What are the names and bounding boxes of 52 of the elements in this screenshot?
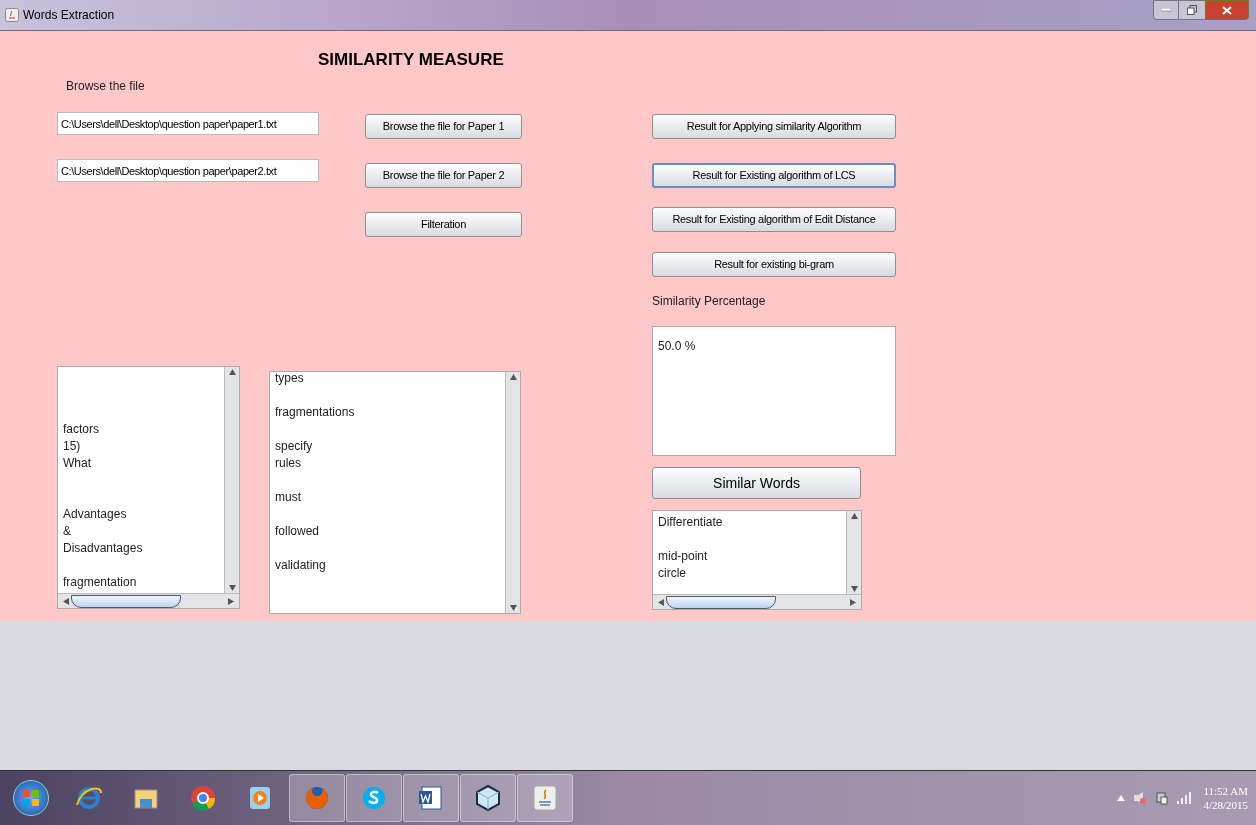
word-list[interactable]: Differentiate mid-point circle	[652, 510, 862, 610]
browse-label: Browse the file	[66, 78, 146, 95]
form-heading: SIMILARITY MEASURE	[318, 49, 505, 69]
word-list[interactable]: types fragmentations specify rules must followed validating	[269, 371, 521, 614]
chrome-icon	[188, 783, 218, 813]
scroll-right-icon[interactable]	[226, 597, 236, 605]
vertical-scrollbar[interactable]	[846, 511, 861, 594]
word-list-text: types fragmentations specify rules must followed validating	[274, 372, 356, 574]
result-text-area: 50.0 %	[652, 326, 896, 456]
window-title: Words Extraction	[23, 7, 115, 24]
scroll-left-icon[interactable]	[656, 598, 666, 606]
start-button[interactable]	[13, 780, 49, 816]
close-icon	[1222, 5, 1232, 15]
button[interactable]: Result for Applying similarity Algorithm	[652, 114, 896, 139]
button[interactable]: Similar Words	[652, 467, 861, 499]
minimize-icon	[1161, 8, 1171, 12]
scroll-left-icon[interactable]	[61, 597, 71, 605]
button[interactable]: Result for Existing algorithm of Edit Distance	[652, 207, 896, 232]
close-button[interactable]	[1205, 0, 1249, 20]
horizontal-scrollbar[interactable]	[653, 594, 861, 609]
word-list-text: factors 15) What Advantages & Disadvantages fragmentation	[62, 421, 144, 591]
word-list[interactable]: factors 15) What Advantages & Disadvantages fragmentation	[57, 366, 240, 609]
button[interactable]: Result for Existing algorithm of LCS	[652, 163, 896, 188]
scroll-down-icon[interactable]	[228, 583, 236, 593]
scroll-down-icon[interactable]	[509, 603, 517, 613]
similarity-label: Similarity Percentage	[652, 293, 767, 310]
java-icon	[5, 8, 19, 22]
scroll-up-icon[interactable]	[228, 367, 236, 377]
horizontal-scrollbar[interactable]	[58, 593, 239, 608]
minimize-button[interactable]	[1153, 0, 1179, 20]
taskbar-button[interactable]	[460, 774, 516, 822]
file-path-field[interactable]: C:\Users\dell\Desktop\question paper\paper1.txt	[57, 112, 319, 135]
button[interactable]: Browse the file for Paper 2	[365, 163, 522, 188]
button[interactable]: Browse the file for Paper 1	[365, 114, 522, 139]
java-icon	[530, 783, 560, 813]
restore-icon	[1187, 5, 1197, 15]
taskbar-button[interactable]	[403, 774, 459, 822]
vertical-scrollbar[interactable]	[505, 372, 520, 613]
button[interactable]: Filteration	[365, 212, 522, 237]
vertical-scrollbar[interactable]	[224, 367, 239, 593]
scroll-right-icon[interactable]	[848, 598, 858, 606]
scroll-up-icon[interactable]	[850, 511, 858, 521]
windows-logo-icon	[22, 789, 40, 807]
file-path-field[interactable]: C:\Users\dell\Desktop\question paper\paper2.txt	[57, 159, 319, 182]
word-list-text: Differentiate mid-point circle	[657, 514, 724, 582]
button[interactable]: Result for existing bi-gram	[652, 252, 896, 277]
scroll-up-icon[interactable]	[509, 372, 517, 382]
scroll-down-icon[interactable]	[850, 584, 858, 594]
show-hidden-icons-icon[interactable]	[1117, 795, 1126, 801]
cube-icon	[473, 783, 503, 813]
maximize-button[interactable]	[1179, 0, 1205, 20]
network-icon[interactable]	[1155, 791, 1170, 805]
